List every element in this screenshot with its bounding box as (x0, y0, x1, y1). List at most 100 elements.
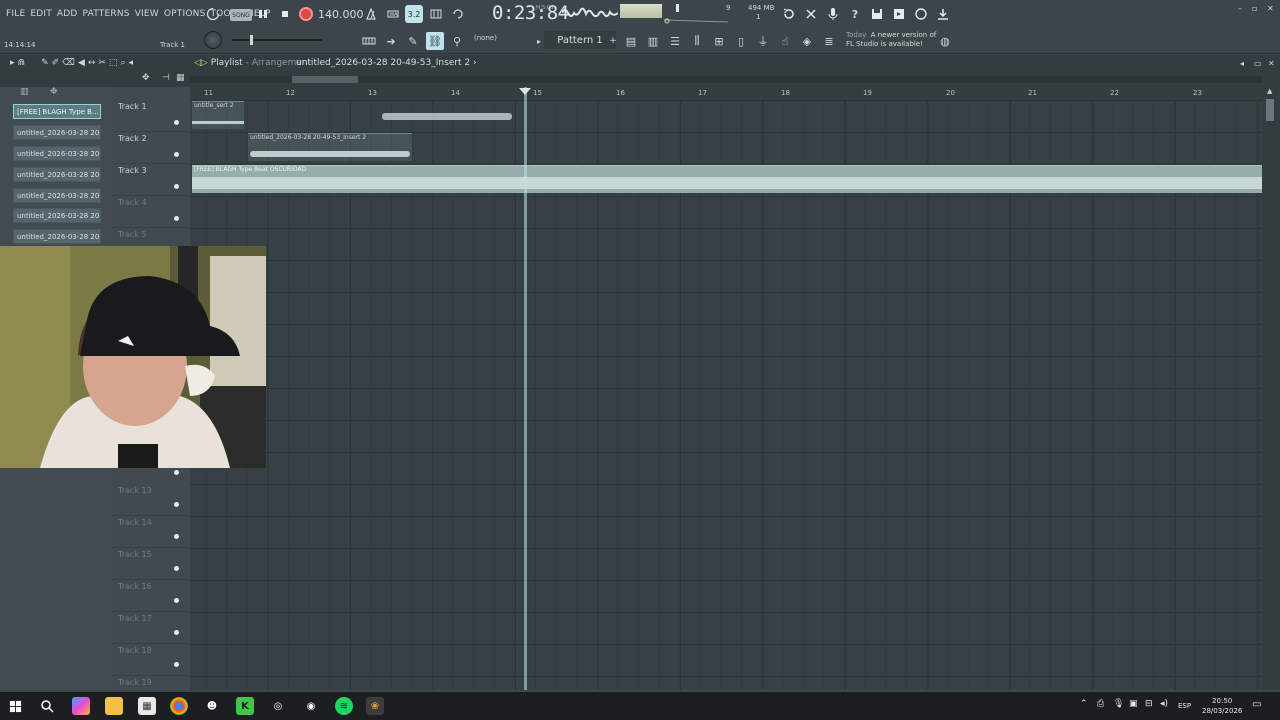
channel-rack-button[interactable]: ☰ (666, 32, 684, 50)
start-button[interactable] (6, 697, 24, 715)
track-led[interactable] (174, 152, 179, 157)
track-led[interactable] (174, 566, 179, 571)
snap-button[interactable] (360, 32, 378, 50)
horizontal-scrollbar[interactable] (190, 76, 1262, 83)
master-knob[interactable] (204, 31, 222, 49)
browser-button[interactable]: ⊞ (710, 32, 728, 50)
language-indicator[interactable]: ESP (1178, 702, 1191, 710)
render-button[interactable] (890, 5, 908, 23)
playlist-maximize-button[interactable]: ▭ (1254, 59, 1262, 68)
menu-edit[interactable]: EDIT (30, 9, 52, 19)
countdown-button[interactable]: 3.2 (405, 5, 423, 23)
picker-grid-icon[interactable]: ▥ (20, 87, 29, 97)
search-button[interactable] (38, 697, 56, 715)
stamp-button[interactable]: ⚲ (448, 32, 466, 50)
playlist-close-button[interactable]: ✕ (1268, 59, 1275, 68)
track-header[interactable]: Track 2 (112, 132, 190, 164)
mute-icon[interactable]: ◀ (78, 58, 85, 68)
playlist-grid[interactable]: untitle_sert 2 untitled_2026-03-28 20-49… (190, 100, 1262, 690)
steam-icon[interactable]: ◉ (302, 697, 320, 715)
master-volume-meter[interactable] (620, 4, 662, 18)
metronome-button[interactable] (362, 5, 380, 23)
minimize-button[interactable]: – (1238, 4, 1242, 13)
store-icon[interactable]: ▦ (138, 697, 156, 715)
draw-icon[interactable]: ✎ (41, 58, 49, 68)
zoom-icon[interactable]: ⌕ (120, 58, 125, 68)
menu-add[interactable]: ADD (57, 9, 78, 19)
playback-icon[interactable]: ◂ (128, 58, 133, 68)
master-fader[interactable] (232, 35, 322, 45)
news-panel[interactable]: Today A newer version of FL Studio is av… (846, 31, 936, 49)
playhead-marker-icon[interactable] (519, 88, 531, 95)
stop-button[interactable] (276, 5, 294, 23)
snap-selector[interactable]: (none) (474, 34, 497, 42)
fl-studio-icon[interactable]: ❀ (366, 697, 384, 715)
help-button[interactable]: ? (846, 5, 864, 23)
plugin-button[interactable]: ⏚ (754, 32, 772, 50)
audio-clip[interactable]: untitle_sert 2 (192, 101, 244, 129)
playlist-close-down-button[interactable]: ◂ (1240, 59, 1244, 68)
online-button[interactable]: ◍ (936, 32, 954, 50)
track-led[interactable] (174, 662, 179, 667)
volume-icon[interactable]: ◂) (1160, 699, 1168, 709)
track-led[interactable] (174, 216, 179, 221)
track-header[interactable]: Track 3 (112, 164, 190, 196)
track-header[interactable]: Track 1 (112, 100, 190, 132)
tray-app-icon[interactable]: ⎙ (1097, 699, 1104, 709)
grid-icon[interactable]: ▦ (176, 73, 185, 83)
move-icon[interactable]: ✥ (142, 73, 150, 83)
add-pattern-button[interactable]: + (604, 32, 622, 50)
menu-view[interactable]: VIEW (135, 9, 159, 19)
track-led[interactable] (174, 598, 179, 603)
play-pause-button[interactable] (254, 5, 272, 23)
record-button[interactable] (297, 5, 315, 23)
menu-patterns[interactable]: PATTERNS (83, 9, 130, 19)
close-button[interactable]: ✕ (1267, 4, 1274, 13)
track-header[interactable]: Track 4 (112, 196, 190, 228)
track-led[interactable] (174, 120, 179, 125)
picker-item[interactable]: untitled_2026-03-28 20-... (13, 146, 101, 161)
track-header[interactable]: Track 16 (112, 566, 190, 612)
magnet-icon[interactable]: ⋒ (18, 58, 26, 68)
audio-clip[interactable]: [FREE] BLAGH Type Beat OSCURIDAD (192, 165, 1262, 193)
audio-button[interactable]: ◈ (798, 32, 816, 50)
select-icon[interactable]: ⬚ (109, 58, 118, 68)
master-pitch-slider[interactable] (664, 4, 744, 24)
piano-roll-button[interactable]: ▥ (644, 32, 662, 50)
project-button[interactable]: ▯ (732, 32, 750, 50)
picker-item[interactable]: untitled_2026-03-28 20-... (13, 208, 101, 223)
link-button[interactable]: ⛓ (426, 32, 444, 50)
list-button[interactable]: ≣ (820, 32, 838, 50)
spotify-icon[interactable]: ≋ (335, 697, 353, 715)
picker-item[interactable]: untitled_2026-03-28 20-... (13, 167, 101, 182)
copilot-taskbar-icon[interactable] (72, 697, 90, 715)
track-led[interactable] (174, 470, 179, 475)
loop-record-button[interactable] (449, 5, 467, 23)
tools-button[interactable] (802, 5, 820, 23)
file-explorer-icon[interactable] (105, 697, 123, 715)
track-led[interactable] (174, 184, 179, 189)
track-header[interactable]: Track 18 (112, 630, 190, 676)
track-led[interactable] (174, 534, 179, 539)
slice-icon[interactable]: ✂ (98, 58, 106, 68)
fader-cap[interactable] (250, 35, 253, 45)
slip-icon[interactable]: ↔ (88, 58, 96, 68)
network-icon[interactable]: ⊟ (1145, 699, 1153, 709)
menu-options[interactable]: OPTIONS (164, 9, 206, 19)
tempo-display[interactable]: 140.000 (318, 8, 364, 21)
news-button[interactable] (912, 5, 930, 23)
track-led[interactable] (174, 502, 179, 507)
delete-icon[interactable]: ⌫ (62, 58, 75, 68)
picker-item[interactable]: untitled_2026-03-28 20-... (13, 229, 101, 244)
picker-item[interactable]: untitled_2026-03-28 20-... (13, 188, 101, 203)
discord-icon[interactable]: ☻ (203, 697, 221, 715)
track-header[interactable]: Track 17 (112, 598, 190, 644)
save-button[interactable] (868, 5, 886, 23)
restore-button[interactable]: ▫ (1252, 4, 1257, 13)
download-button[interactable] (934, 5, 952, 23)
step-edit-button[interactable] (427, 5, 445, 23)
resize-icon[interactable]: ⊣ (162, 73, 170, 83)
undo-history-button[interactable] (780, 5, 798, 23)
scroll-thumb[interactable] (1266, 99, 1274, 121)
paint-icon[interactable]: ✐ (52, 58, 60, 68)
